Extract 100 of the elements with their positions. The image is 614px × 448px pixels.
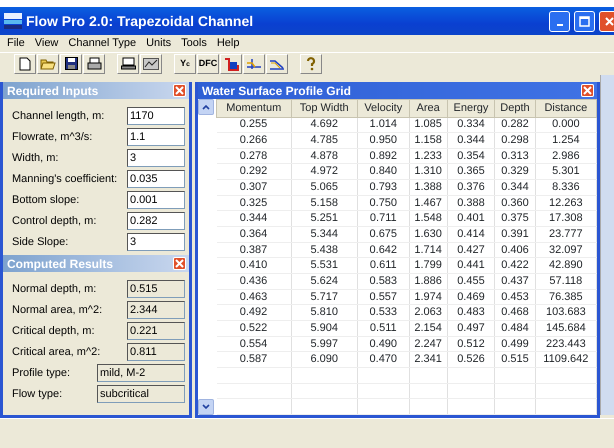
input-field[interactable]: 1170 — [127, 107, 185, 125]
app-logo-icon — [4, 13, 22, 29]
field-label: Control depth, m: — [12, 214, 96, 229]
output-field[interactable]: 2.344 — [127, 301, 185, 319]
close-button[interactable] — [599, 10, 614, 32]
menu-item[interactable]: File — [2, 35, 30, 52]
save-icon — [64, 57, 78, 70]
toolbar-button[interactable] — [266, 54, 288, 74]
output-field[interactable]: 0.221 — [127, 322, 185, 340]
column-header[interactable]: Distance — [535, 100, 596, 117]
field-label: Manning's coefficient: — [12, 172, 118, 187]
input-field[interactable]: 0.001 — [127, 191, 185, 209]
input-field[interactable]: 3 — [127, 149, 185, 167]
table-cell: 0.492 — [216, 304, 292, 321]
table-cell: 0.436 — [216, 274, 292, 290]
output-field[interactable]: mild, M-2 — [97, 364, 185, 382]
table-cell: 0.406 — [494, 242, 536, 258]
table-cell: 2.063 — [409, 304, 448, 321]
column-header[interactable]: Velocity — [357, 100, 410, 117]
table-cell: 2.986 — [535, 148, 596, 164]
toolbar-button[interactable]: DFC — [197, 54, 219, 74]
table-cell: 0.587 — [216, 352, 292, 368]
table-cell: 103.683 — [535, 304, 596, 321]
column-header[interactable]: Depth — [494, 100, 536, 117]
table-cell: 0.376 — [447, 180, 495, 196]
table-cell: 1.158 — [409, 132, 448, 148]
column-header[interactable]: Area — [409, 100, 448, 117]
table-cell: 0.422 — [494, 258, 536, 274]
maximize-button[interactable] — [574, 10, 595, 32]
table-cell: 5.344 — [291, 226, 358, 242]
table-cell: 0.266 — [216, 132, 292, 148]
table-cell: 0.344 — [494, 180, 536, 196]
menu-item[interactable]: View — [30, 35, 64, 52]
close-button[interactable] — [173, 84, 186, 97]
close-button[interactable] — [173, 257, 186, 270]
table-cell: 0.554 — [216, 336, 292, 352]
menu-item[interactable]: Channel Type — [63, 35, 142, 52]
table-cell: 76.385 — [535, 289, 596, 305]
close-button[interactable] — [581, 84, 594, 97]
table-cell: 0.437 — [494, 274, 536, 290]
table-cell: 145.684 — [535, 320, 596, 336]
table-cell: 1.799 — [409, 258, 448, 274]
table-cell: 0.387 — [216, 242, 292, 258]
output-field[interactable]: subcritical — [97, 385, 185, 403]
input-field[interactable]: 1.1 — [127, 128, 185, 146]
input-field[interactable]: 0.282 — [127, 212, 185, 230]
table-cell: 17.308 — [535, 210, 596, 227]
toolbar-button[interactable] — [83, 54, 105, 74]
toolbar-button[interactable] — [220, 54, 242, 74]
table-cell: 0.499 — [494, 336, 536, 352]
table-cell: 5.251 — [291, 210, 358, 227]
toolbar-button[interactable] — [117, 54, 139, 74]
table-cell: 0.325 — [216, 195, 292, 211]
field-label: Flow type: — [12, 386, 62, 402]
close-icon — [175, 259, 184, 268]
table-cell: 0.950 — [357, 132, 410, 148]
close-icon — [605, 16, 614, 26]
table-cell: 1.630 — [409, 226, 448, 242]
table-cell: 0.557 — [357, 289, 410, 305]
table-cell: 0.307 — [216, 180, 292, 196]
column-header[interactable]: Energy — [447, 100, 495, 117]
table-cell: 8.336 — [535, 180, 596, 196]
table-cell: 1.233 — [409, 148, 448, 164]
table-cell: 1.974 — [409, 289, 448, 305]
output-field[interactable]: 0.811 — [127, 343, 185, 361]
input-field[interactable]: 0.035 — [127, 170, 185, 188]
toolbar-button[interactable] — [60, 54, 82, 74]
table-cell: 23.777 — [535, 226, 596, 242]
toolbar-button[interactable]: Y$_{c}$ — [174, 54, 196, 74]
column-header[interactable]: Top Width — [291, 100, 358, 117]
table-cell: 4.785 — [291, 132, 358, 148]
table-cell: 1109.642 — [535, 352, 596, 368]
table-cell: 0.463 — [216, 289, 292, 305]
scroll-down-button[interactable] — [198, 399, 214, 415]
table-cell: 2.341 — [409, 352, 448, 368]
menu-item[interactable]: Help — [212, 35, 244, 52]
scroll-up-button[interactable] — [198, 99, 214, 115]
input-field[interactable]: 3 — [127, 233, 185, 251]
table-cell: 1.254 — [535, 132, 596, 148]
toolbar-button[interactable] — [243, 54, 265, 74]
menu-item[interactable]: Tools — [176, 35, 212, 52]
column-header[interactable]: Momentum — [216, 100, 292, 117]
table-cell: 0.375 — [494, 210, 536, 227]
table-cell: 0.455 — [447, 274, 495, 290]
table-cell: 5.438 — [291, 242, 358, 258]
table-cell: 0.483 — [447, 304, 495, 321]
toolbar-button[interactable] — [14, 54, 36, 74]
table-cell: 0.334 — [447, 117, 495, 133]
menu-item[interactable]: Units — [141, 35, 176, 52]
table-cell: 42.890 — [535, 258, 596, 274]
minimize-button[interactable] — [549, 10, 570, 32]
table-cell: 1.714 — [409, 242, 448, 258]
panel-title: Water Surface Profile Grid — [202, 82, 351, 100]
table-cell: 0.278 — [216, 148, 292, 164]
profile-icon — [246, 57, 262, 70]
toolbar-button[interactable] — [140, 54, 162, 74]
output-field[interactable]: 0.515 — [127, 280, 185, 298]
table-cell: 5.531 — [291, 258, 358, 274]
table-cell: 0.611 — [357, 258, 410, 274]
table-cell: 0.793 — [357, 180, 410, 196]
